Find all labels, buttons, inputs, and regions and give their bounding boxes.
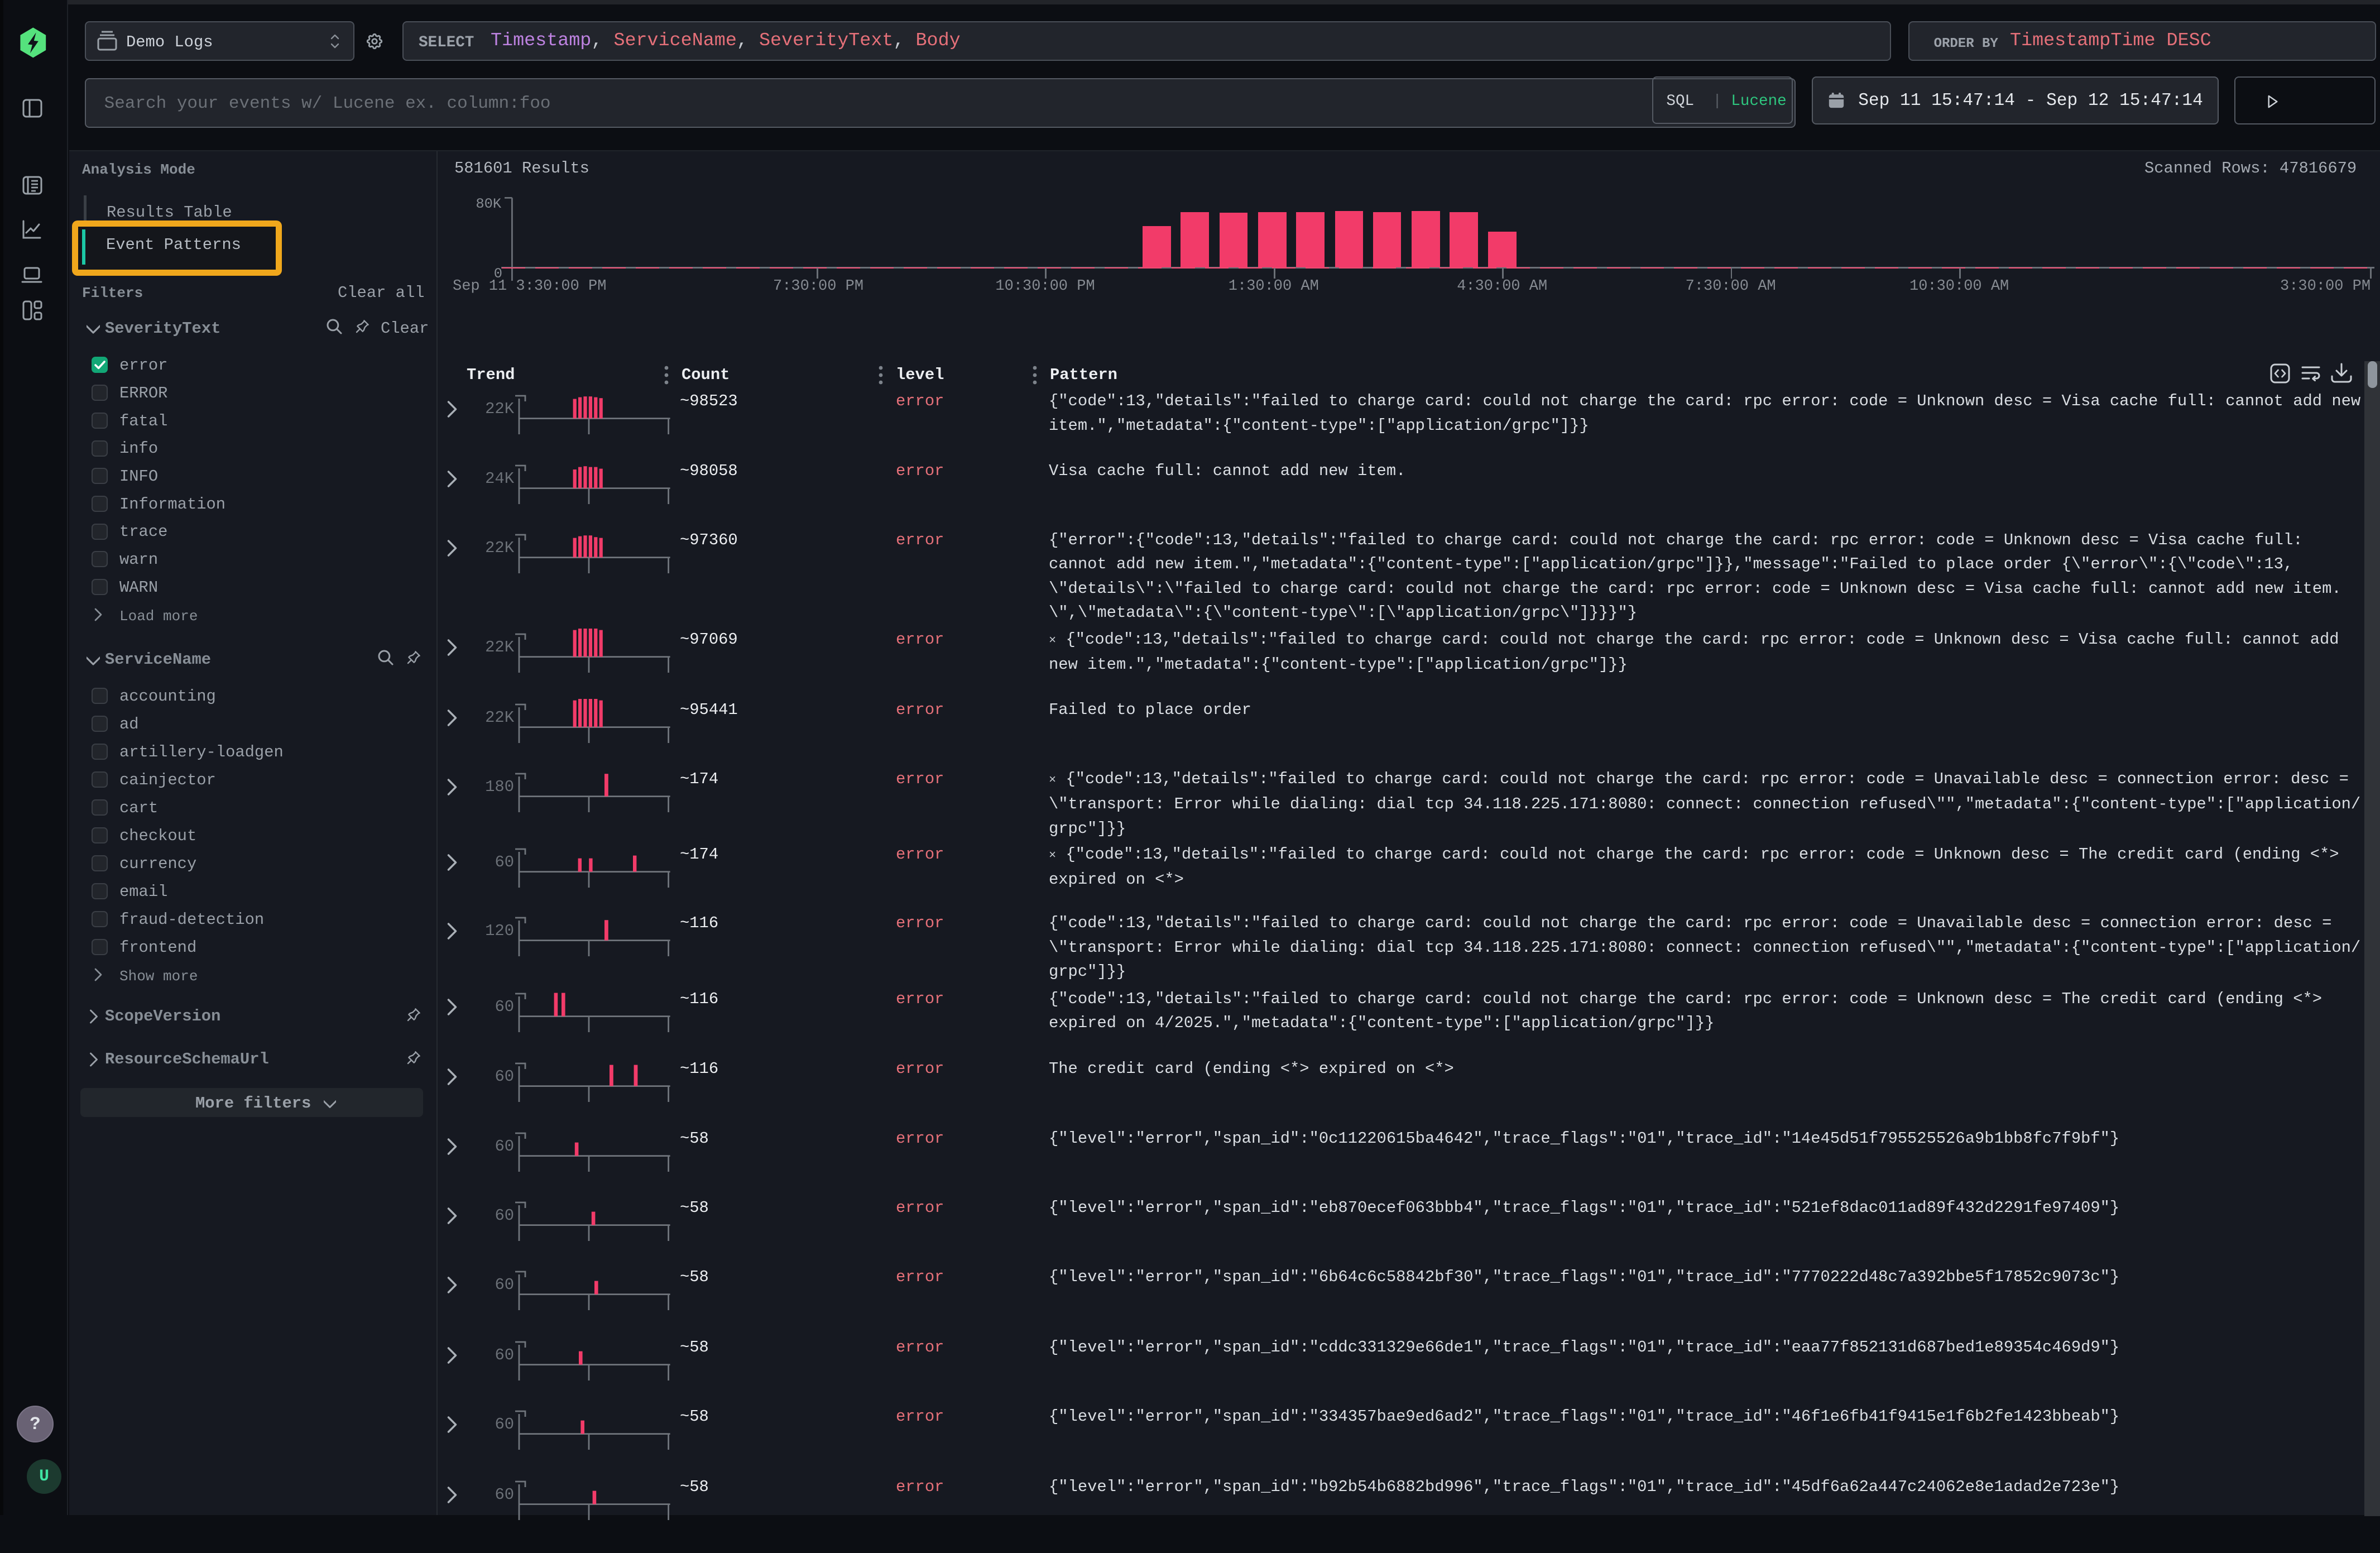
svg-text:60: 60 (495, 1415, 514, 1434)
svg-text:60: 60 (495, 1137, 514, 1156)
svg-text:60: 60 (495, 853, 514, 871)
svg-text:60: 60 (495, 998, 514, 1016)
svg-text:22K: 22K (485, 638, 515, 656)
svg-text:60: 60 (495, 1067, 514, 1086)
svg-text:180: 180 (485, 778, 514, 796)
svg-text:24K: 24K (485, 469, 515, 488)
svg-text:22K: 22K (485, 539, 515, 557)
svg-text:60: 60 (495, 1485, 514, 1504)
svg-text:22K: 22K (485, 400, 515, 418)
svg-text:60: 60 (495, 1206, 514, 1225)
svg-text:120: 120 (485, 922, 514, 940)
svg-text:60: 60 (495, 1346, 514, 1364)
svg-text:60: 60 (495, 1276, 514, 1294)
svg-text:22K: 22K (485, 708, 515, 727)
